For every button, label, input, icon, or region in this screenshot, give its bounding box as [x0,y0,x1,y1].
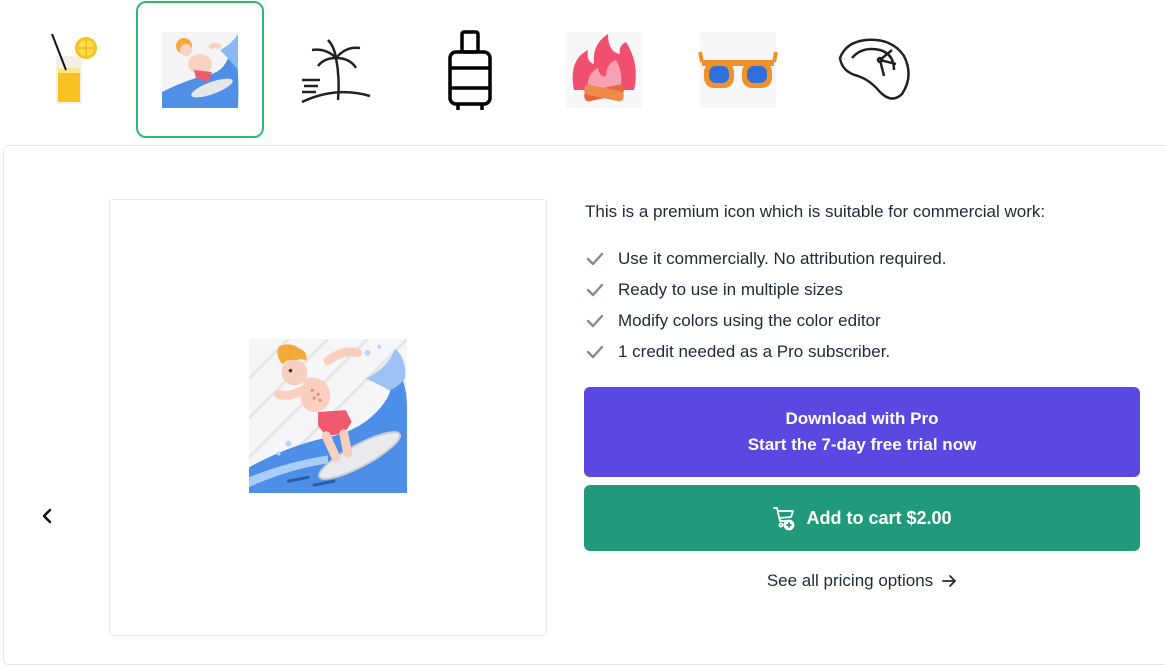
campfire-icon [566,31,642,108]
check-icon [586,345,604,358]
check-icon [586,283,604,296]
sun-hat-icon [838,38,910,100]
list-item: Ready to use in multiple sizes [585,274,1145,305]
surfer-icon [249,339,407,493]
list-item: 1 credit needed as a Pro subscriber. [585,336,1145,367]
thumbnail-surfer[interactable] [136,1,264,138]
feature-text: Ready to use in multiple sizes [618,279,843,299]
suitcase-icon [448,29,492,110]
pro-button-title: Download with Pro [785,409,939,428]
palm-beach-icon [301,38,371,103]
feature-text: Use it commercially. No attribution requ… [618,248,947,268]
thumbnail-palm-beach[interactable] [272,1,400,138]
sunglasses-icon [698,31,778,108]
feature-text: Modify colors using the color editor [618,310,881,330]
chevron-left-icon [42,508,52,524]
thumbnail-suitcase[interactable] [406,1,534,138]
download-with-pro-button[interactable]: Download with Pro Start the 7-day free t… [584,387,1140,477]
check-icon [586,314,604,327]
previous-icon-button[interactable] [36,505,58,527]
list-item: Use it commercially. No attribution requ… [585,243,1145,274]
thumbnail-sunglasses[interactable] [674,1,802,138]
check-icon [586,252,604,265]
list-item: Modify colors using the color editor [585,305,1145,336]
license-title: This is a premium icon which is suitable… [585,202,1046,221]
pro-button-subtitle: Start the 7-day free trial now [747,435,977,454]
icon-preview [109,199,547,636]
lemonade-icon [51,33,97,104]
thumbnail-lemonade[interactable] [8,1,136,138]
add-to-cart-button[interactable]: Add to cart $2.00 [584,485,1140,551]
arrow-right-icon [942,575,957,587]
thumbnail-campfire[interactable] [540,1,668,138]
icon-thumbnail-strip [0,0,1165,140]
cart-button-label: Add to cart $2.00 [806,507,952,528]
see-pricing-link[interactable]: See all pricing options [584,568,1140,594]
license-feature-list: Use it commercially. No attribution requ… [585,243,1145,367]
surfer-icon [162,31,239,108]
cart-add-icon [773,507,795,531]
feature-text: 1 credit needed as a Pro subscriber. [618,341,891,361]
license-info: This is a premium icon which is suitable… [585,200,1145,367]
pricing-link-label: See all pricing options [766,571,934,590]
thumbnail-sun-hat[interactable] [808,1,936,138]
